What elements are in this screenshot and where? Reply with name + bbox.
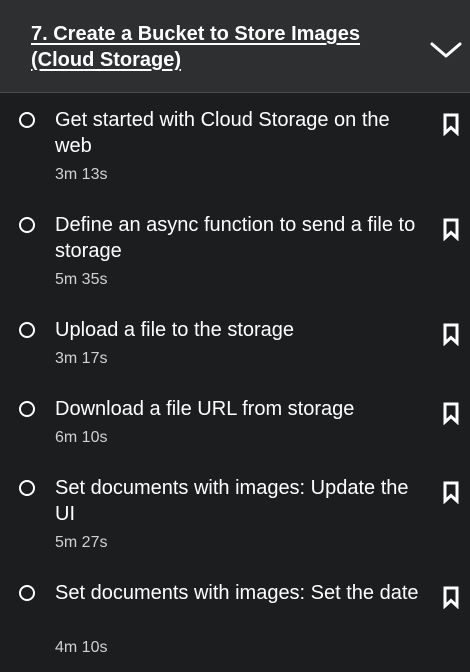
lecture-title: Upload a file to the storage (55, 319, 295, 341)
completion-checkbox[interactable] (19, 480, 35, 496)
lecture-duration: 6m 10s (55, 429, 108, 446)
completion-checkbox[interactable] (19, 585, 35, 601)
lecture-title: Set documents with images: Set the date (55, 582, 419, 604)
lecture-duration: 5m 35s (55, 271, 108, 288)
bookmark-icon[interactable] (442, 322, 460, 346)
lecture-title: Set documents with images: Update the UI (55, 477, 409, 525)
completion-checkbox[interactable] (19, 112, 35, 128)
bookmark-icon[interactable] (442, 217, 460, 241)
section-header[interactable]: 7. Create a Bucket to Store Images (Clou… (0, 0, 470, 93)
lecture-title: Define an async function to send a file … (55, 214, 416, 262)
bookmark-icon[interactable] (442, 112, 460, 136)
lecture-title: Download a file URL from storage (55, 398, 355, 420)
lecture-duration: 4m 10s (55, 639, 108, 656)
lecture-duration: 3m 17s (55, 350, 108, 367)
completion-checkbox[interactable] (19, 217, 35, 233)
bookmark-icon[interactable] (442, 585, 460, 609)
completion-checkbox[interactable] (19, 401, 35, 417)
bookmark-icon[interactable] (442, 480, 460, 504)
completion-checkbox[interactable] (19, 322, 35, 338)
lecture-duration: 3m 13s (55, 166, 108, 183)
bookmark-icon[interactable] (442, 401, 460, 425)
lecture-title: Get started with Cloud Storage on the we… (55, 109, 390, 157)
chevron-down-icon[interactable] (429, 40, 463, 60)
section-title[interactable]: 7. Create a Bucket to Store Images (Clou… (31, 21, 391, 73)
lecture-duration: 5m 27s (55, 534, 108, 551)
